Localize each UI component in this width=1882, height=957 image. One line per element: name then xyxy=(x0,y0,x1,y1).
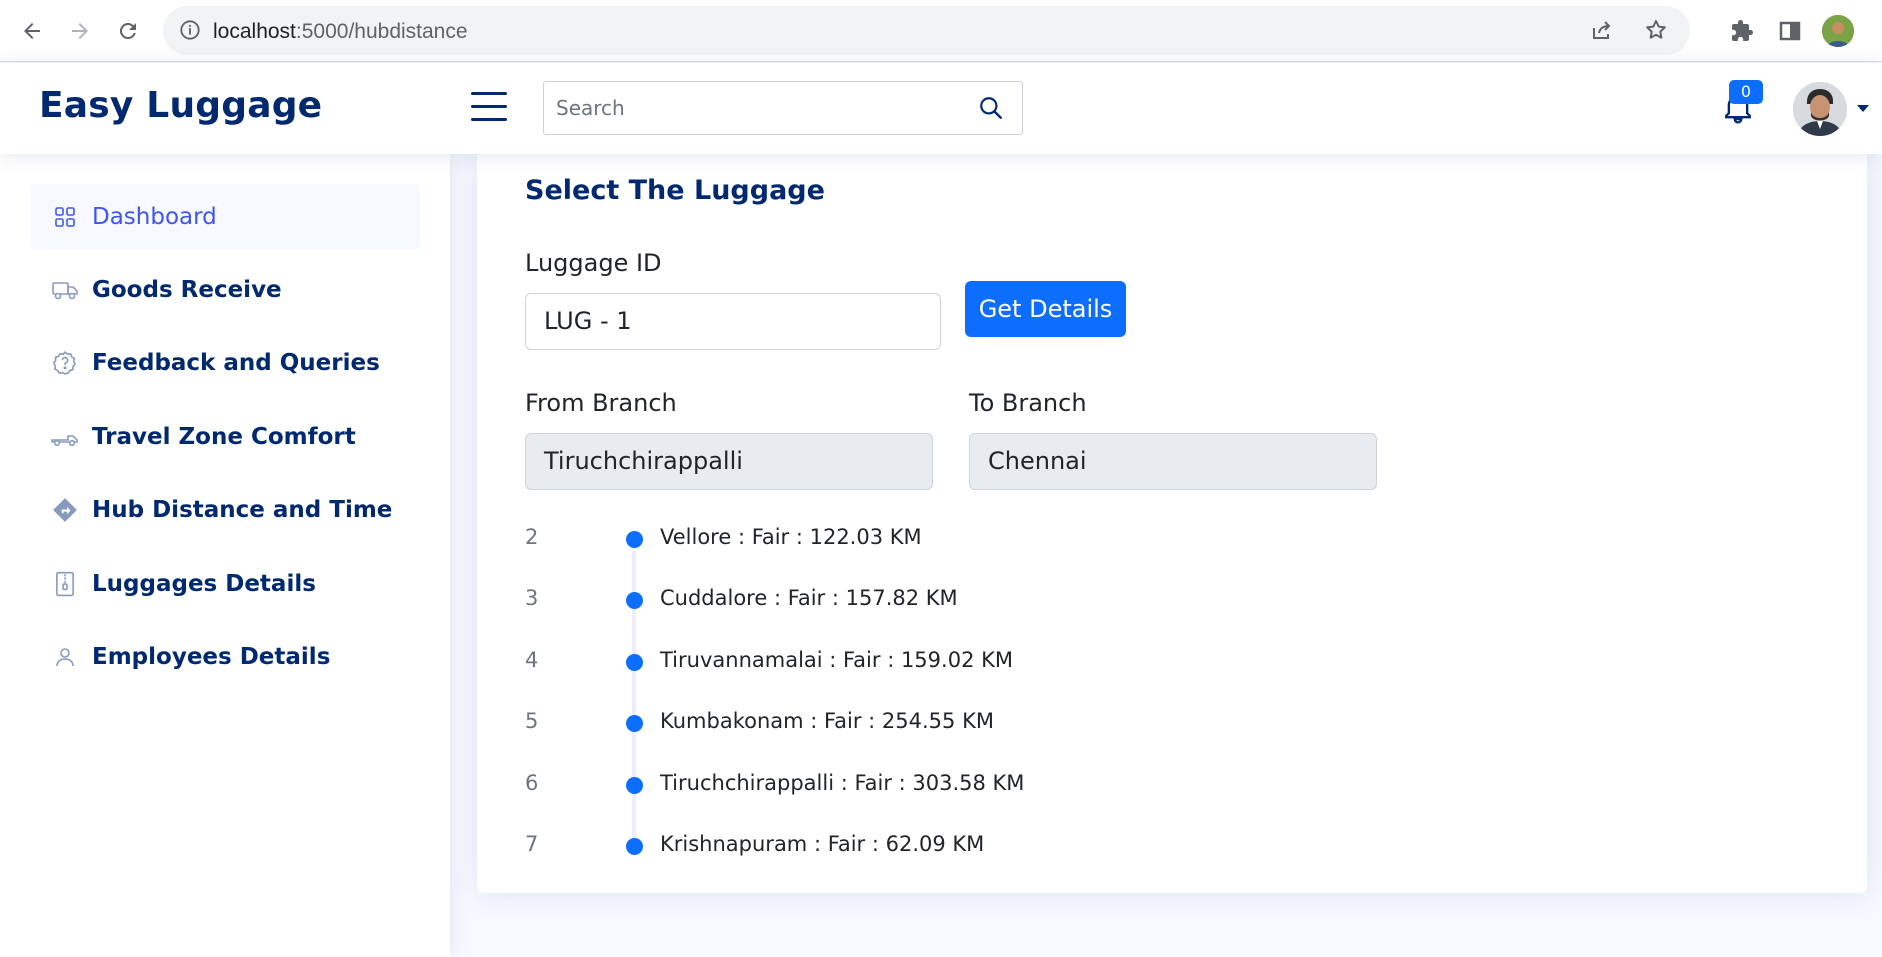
sidebar-item-label: Luggages Details xyxy=(92,571,316,597)
browser-profile-avatar[interactable] xyxy=(1822,15,1854,47)
hamburger-bar xyxy=(471,105,507,108)
sidebar-item-label: Goods Receive xyxy=(92,277,282,303)
file-zip-icon xyxy=(50,571,80,597)
luggage-id-input[interactable]: LUG - 1 xyxy=(525,293,941,350)
grid-icon xyxy=(50,205,80,229)
url-path: :5000/hubdistance xyxy=(295,20,468,43)
timeline-dot xyxy=(626,654,643,671)
hamburger-bar xyxy=(471,92,507,95)
timeline-text: Tiruvannamalai : Fair : 159.02 KM xyxy=(660,648,1013,672)
timeline-dot xyxy=(626,592,643,609)
sign-turn-icon xyxy=(50,497,80,523)
timeline-item: 7 Krishnapuram : Fair : 62.09 KM xyxy=(525,832,1325,862)
extensions-icon[interactable] xyxy=(1724,13,1760,49)
url-host: localhost xyxy=(213,20,296,43)
timeline-dot xyxy=(626,715,643,732)
sidebar-item-feedback[interactable]: Feedback and Queries xyxy=(30,330,420,396)
timeline-number: 2 xyxy=(525,525,539,549)
timeline-text: Cuddalore : Fair : 157.82 KM xyxy=(660,586,958,610)
timeline-number: 5 xyxy=(525,709,539,733)
sidebar-item-label: Feedback and Queries xyxy=(92,350,380,376)
url-text: localhost:5000/hubdistance xyxy=(213,20,468,44)
timeline-number: 6 xyxy=(525,771,539,795)
reload-icon xyxy=(119,22,136,39)
timeline-item: 5 Kumbakonam : Fair : 254.55 KM xyxy=(525,709,1325,739)
timeline-number: 7 xyxy=(525,832,539,856)
app-header: Easy Luggage 0 xyxy=(0,63,1882,154)
to-branch-field: Chennai xyxy=(969,433,1377,490)
timeline-number: 3 xyxy=(525,586,539,610)
truck-icon xyxy=(50,279,80,301)
sidebar-item-label: Dashboard xyxy=(92,204,217,230)
menu-toggle-button[interactable] xyxy=(471,92,507,122)
timeline-item: 4 Tiruvannamalai : Fair : 159.02 KM xyxy=(525,648,1325,678)
sidebar-item-travel-zone[interactable]: Travel Zone Comfort xyxy=(30,404,420,470)
from-branch-label: From Branch xyxy=(525,389,677,417)
search-icon[interactable] xyxy=(978,95,1004,125)
sidebar-item-hub-distance[interactable]: Hub Distance and Time xyxy=(30,477,420,543)
timeline-text: Tiruchchirappalli : Fair : 303.58 KM xyxy=(660,771,1025,795)
to-branch-label: To Branch xyxy=(969,389,1087,417)
person-icon xyxy=(50,645,80,669)
luggage-card: Select The Luggage Luggage ID LUG - 1 Ge… xyxy=(477,154,1867,893)
search-bar xyxy=(543,81,1023,135)
reload-button[interactable] xyxy=(110,13,146,49)
sidebar-item-goods-receive[interactable]: Goods Receive xyxy=(30,257,420,323)
forward-button[interactable] xyxy=(62,13,98,49)
timeline-number: 4 xyxy=(525,648,539,672)
timeline-text: Kumbakonam : Fair : 254.55 KM xyxy=(660,709,994,733)
sidebar-item-label: Employees Details xyxy=(92,644,331,670)
from-branch-field: Tiruchchirappalli xyxy=(525,433,933,490)
sidebar-item-label: Hub Distance and Time xyxy=(92,497,393,523)
question-icon xyxy=(50,350,80,376)
chevron-down-icon[interactable] xyxy=(1857,105,1869,112)
sidebar-item-employees[interactable]: Employees Details xyxy=(30,624,420,690)
avatar[interactable] xyxy=(1793,82,1847,136)
arrow-right-icon xyxy=(72,23,88,39)
side-panel-icon[interactable] xyxy=(1772,13,1808,49)
timeline-dot xyxy=(626,777,643,794)
search-input[interactable] xyxy=(556,92,956,124)
sidebar: Dashboard Goods Receive Feedback and Que… xyxy=(0,154,450,957)
info-icon[interactable] xyxy=(179,19,201,45)
app-logo[interactable]: Easy Luggage xyxy=(39,85,322,126)
timeline-text: Krishnapuram : Fair : 62.09 KM xyxy=(660,832,985,856)
address-bar[interactable]: localhost:5000/hubdistance xyxy=(163,6,1690,55)
luggage-id-label: Luggage ID xyxy=(525,249,662,277)
timeline-item: 3 Cuddalore : Fair : 157.82 KM xyxy=(525,586,1325,616)
get-details-button[interactable]: Get Details xyxy=(965,281,1126,337)
timeline-text: Vellore : Fair : 122.03 KM xyxy=(660,525,922,549)
arrow-left-icon xyxy=(24,23,40,39)
truck-flatbed-icon xyxy=(50,427,80,447)
timeline-item: 2 Vellore : Fair : 122.03 KM xyxy=(525,525,1325,555)
sidebar-item-luggages[interactable]: Luggages Details xyxy=(30,551,420,617)
bookmark-star-icon[interactable] xyxy=(1644,18,1668,46)
timeline-item: 6 Tiruchchirappalli : Fair : 303.58 KM xyxy=(525,771,1325,801)
hamburger-bar xyxy=(471,118,507,121)
sidebar-item-label: Travel Zone Comfort xyxy=(92,424,356,450)
share-icon[interactable] xyxy=(1590,18,1614,46)
back-button[interactable] xyxy=(14,13,50,49)
timeline-dot xyxy=(626,531,643,548)
timeline-dot xyxy=(626,838,643,855)
notification-badge: 0 xyxy=(1729,80,1763,104)
browser-toolbar: localhost:5000/hubdistance xyxy=(0,0,1882,62)
sidebar-item-dashboard[interactable]: Dashboard xyxy=(30,184,420,250)
card-title: Select The Luggage xyxy=(525,175,825,206)
